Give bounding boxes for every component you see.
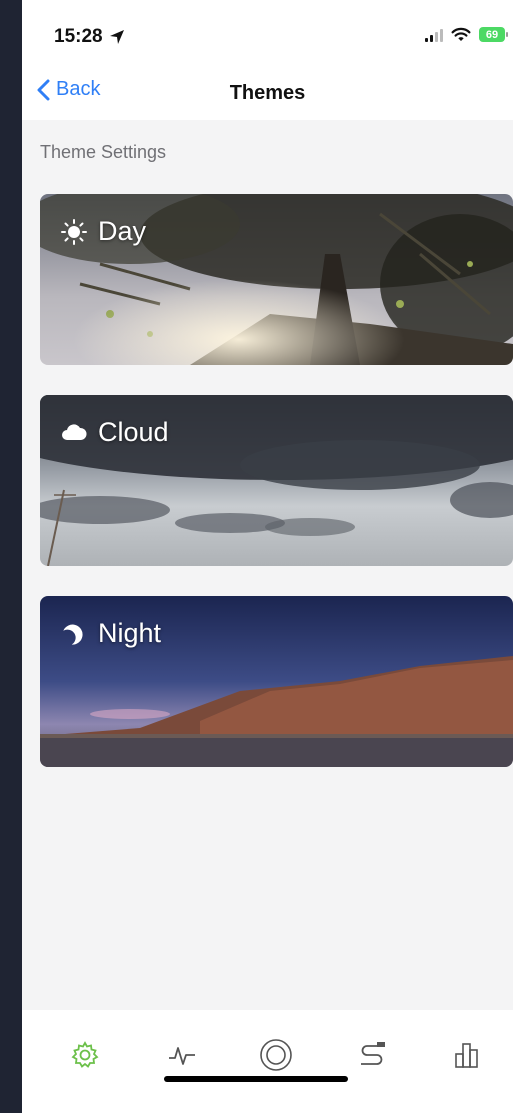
tab-bar [22, 1010, 513, 1113]
battery-icon: 69 [479, 27, 508, 42]
gear-icon [71, 1041, 99, 1068]
page-title: Themes [229, 82, 306, 104]
battery-level: 69 [485, 28, 499, 41]
theme-card-cloud[interactable]: Cloud [40, 395, 513, 566]
theme-name: Day [98, 216, 147, 246]
theme-name: Night [98, 618, 162, 648]
theme-name: Cloud [98, 417, 169, 447]
home-indicator[interactable] [164, 1076, 348, 1082]
theme-label-night: Night [60, 618, 161, 649]
cellular-signal-icon [425, 28, 443, 42]
theme-card-night[interactable]: Night [40, 596, 513, 767]
location-arrow-icon [109, 30, 124, 44]
navigation-bar: Back Themes [22, 62, 513, 120]
tab-route[interactable] [352, 1035, 392, 1075]
tab-record[interactable] [256, 1035, 296, 1075]
wifi-icon [451, 27, 471, 41]
section-title: Theme Settings [40, 142, 167, 162]
theme-card-day[interactable]: Day [40, 194, 513, 365]
phone-screen: 15:28 69 Back Themes Theme Settings Day … [22, 0, 513, 1113]
theme-label-day: Day [60, 216, 146, 247]
status-icons: 69 [425, 27, 508, 42]
route-icon [361, 1042, 385, 1065]
status-time-label: 15:28 [54, 26, 103, 47]
pulse-icon [169, 1047, 195, 1065]
theme-label-cloud: Cloud [60, 417, 169, 448]
cloud-icon [62, 423, 87, 440]
sun-icon [61, 218, 87, 245]
status-bar: 15:28 69 [22, 0, 513, 62]
tab-settings[interactable] [65, 1035, 105, 1075]
tab-activity[interactable] [162, 1035, 202, 1075]
moon-icon [63, 624, 83, 645]
record-circle-icon [260, 1039, 292, 1071]
tab-stats[interactable] [447, 1035, 487, 1075]
bar-chart-icon [455, 1043, 478, 1068]
status-time: 15:28 [54, 26, 125, 48]
